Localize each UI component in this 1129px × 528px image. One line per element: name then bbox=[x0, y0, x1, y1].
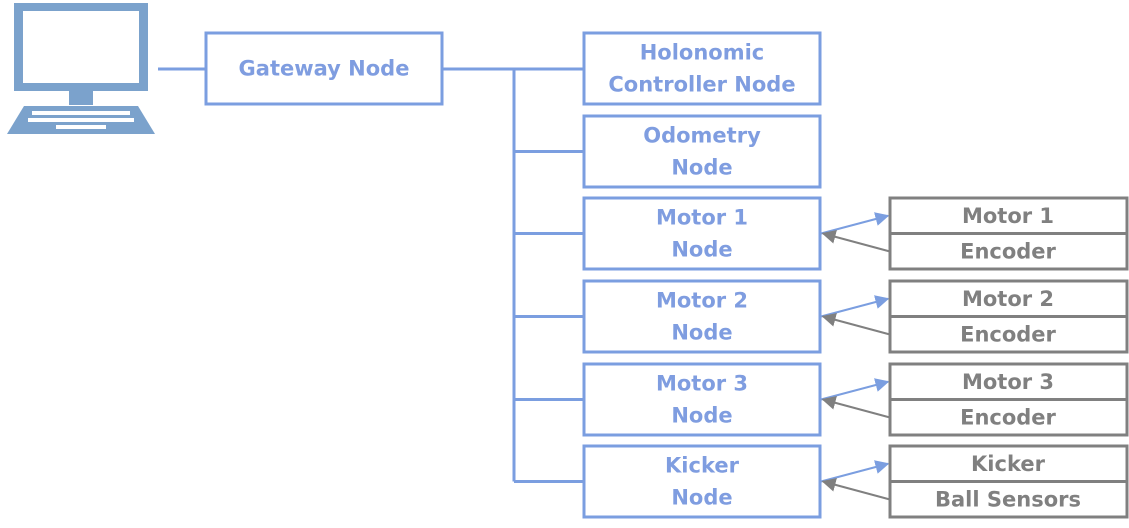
peripheral-label: Encoder bbox=[960, 405, 1056, 429]
peripheral-label: Kicker bbox=[971, 452, 1046, 476]
feedback-arrow bbox=[821, 313, 890, 336]
command-arrow bbox=[820, 378, 890, 401]
node-holonomic-controller-node-label: Controller Node bbox=[608, 73, 795, 97]
command-arrow bbox=[820, 460, 890, 483]
node-holonomic-controller-node: Holonomic Controller Node bbox=[582, 31, 822, 106]
node-motor-2-node-label: Motor 2 bbox=[656, 289, 748, 313]
peripherals-motor-2-node: Motor 2 Encoder bbox=[888, 279, 1129, 354]
node-motor-3-node: Motor 3 Node bbox=[582, 362, 822, 437]
node-architecture-diagram: Gateway Node Holonomic Controller Node Odom… bbox=[7, 3, 1129, 519]
peripheral-label: Motor 1 bbox=[962, 204, 1054, 228]
feedback-arrow bbox=[821, 230, 890, 253]
peripheral-label: Motor 3 bbox=[962, 370, 1054, 394]
node-motor-1-node-label: Motor 1 bbox=[656, 206, 748, 230]
laptop-computer-icon bbox=[7, 3, 155, 134]
node-motor-2-node: Motor 2 Node bbox=[582, 279, 822, 354]
node-holonomic-controller-node-label: Holonomic bbox=[640, 41, 765, 65]
gateway-node-label: Gateway Node bbox=[239, 57, 410, 81]
feedback-arrow bbox=[821, 478, 890, 501]
peripheral-label: Encoder bbox=[960, 239, 1056, 263]
node-kicker-node-label: Kicker bbox=[665, 454, 740, 478]
peripheral-label: Encoder bbox=[960, 322, 1056, 346]
node-odometry-node-label: Odometry bbox=[643, 124, 761, 148]
node-motor-1-node: Motor 1 Node bbox=[582, 196, 822, 271]
command-arrow bbox=[820, 212, 890, 235]
node-kicker-node: Kicker Node bbox=[582, 444, 822, 519]
node-odometry-node-label: Node bbox=[671, 156, 732, 180]
peripherals-motor-3-node: Motor 3 Encoder bbox=[888, 362, 1129, 437]
gateway-node: Gateway Node bbox=[204, 31, 444, 106]
peripheral-label: Motor 2 bbox=[962, 287, 1054, 311]
node-motor-3-node-label: Motor 3 bbox=[656, 372, 748, 396]
peripherals-motor-1-node: Motor 1 Encoder bbox=[888, 196, 1129, 271]
node-motor-3-node-label: Node bbox=[671, 404, 732, 428]
node-odometry-node: Odometry Node bbox=[582, 114, 822, 189]
node-motor-1-node-label: Node bbox=[671, 238, 732, 262]
node-kicker-node-label: Node bbox=[671, 486, 732, 510]
feedback-arrow bbox=[821, 396, 890, 419]
command-arrow bbox=[820, 295, 890, 318]
peripherals-kicker-node: Kicker Ball Sensors bbox=[888, 444, 1129, 519]
peripheral-label: Ball Sensors bbox=[935, 487, 1081, 511]
node-motor-2-node-label: Node bbox=[671, 321, 732, 345]
